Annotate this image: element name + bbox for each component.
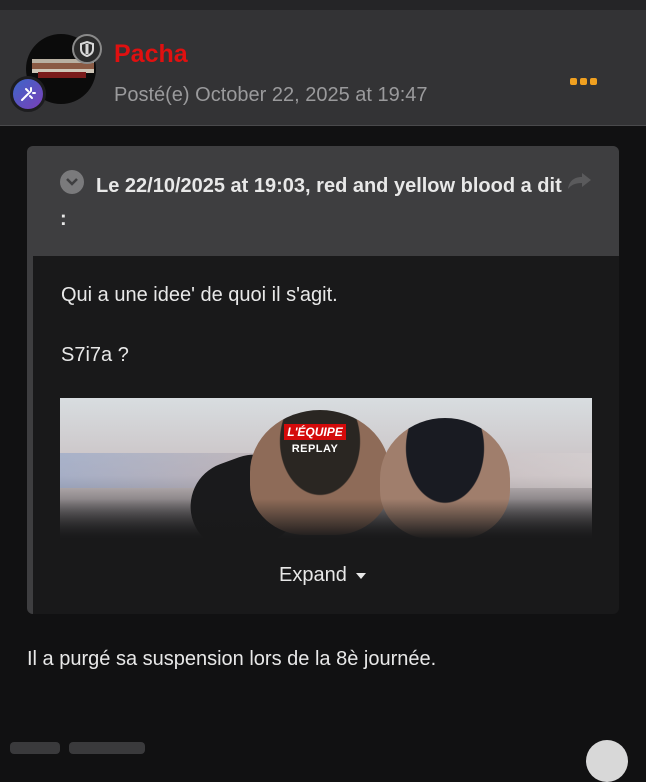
- ellipsis-dot: [590, 77, 597, 85]
- quote-line: S7i7a ?: [61, 344, 129, 366]
- rank-badge-icon: [10, 76, 46, 112]
- username-link[interactable]: Pacha: [114, 40, 188, 69]
- logo-replay: REPLAY: [291, 443, 339, 455]
- scroll-top-button[interactable]: [586, 740, 628, 782]
- reaction-button[interactable]: [10, 742, 60, 754]
- lequipe-logo: L'ÉQUIPE REPLAY: [280, 423, 350, 455]
- quote-button[interactable]: [69, 742, 145, 754]
- moderator-shield-icon: [72, 34, 102, 64]
- embedded-video-thumbnail[interactable]: L'ÉQUIPE REPLAY: [60, 398, 592, 539]
- quote-title: Le 22/10/2025 at 19:03, red and yellow b…: [60, 175, 562, 230]
- caret-down-icon: [355, 572, 366, 579]
- quote-line: Qui a une idee' de quoi il s'agit.: [61, 284, 338, 306]
- post-header: Pacha Posté(e) October 22, 2025 at 19:47: [0, 10, 646, 126]
- thumbnail-fade: [60, 499, 592, 539]
- ellipsis-dot: [580, 77, 587, 85]
- quote-header[interactable]: Le 22/10/2025 at 19:03, red and yellow b…: [27, 146, 619, 256]
- post-body-text: Il a purgé sa suspension lors de la 8è j…: [27, 648, 437, 670]
- post-timestamp: Posté(e) October 22, 2025 at 19:47: [114, 84, 428, 106]
- expand-label: Expand: [279, 564, 347, 586]
- avatar-image-detail: [38, 72, 86, 78]
- top-strip: [0, 0, 646, 10]
- go-to-quote-icon[interactable]: [567, 172, 593, 195]
- ellipsis-icon: [570, 77, 577, 85]
- quote-side-bar: [27, 256, 33, 614]
- expand-button[interactable]: Expand: [279, 564, 367, 587]
- logo-brand: L'ÉQUIPE: [284, 424, 346, 440]
- more-options-button[interactable]: [570, 70, 602, 92]
- quote-block: Le 22/10/2025 at 19:03, red and yellow b…: [27, 146, 619, 614]
